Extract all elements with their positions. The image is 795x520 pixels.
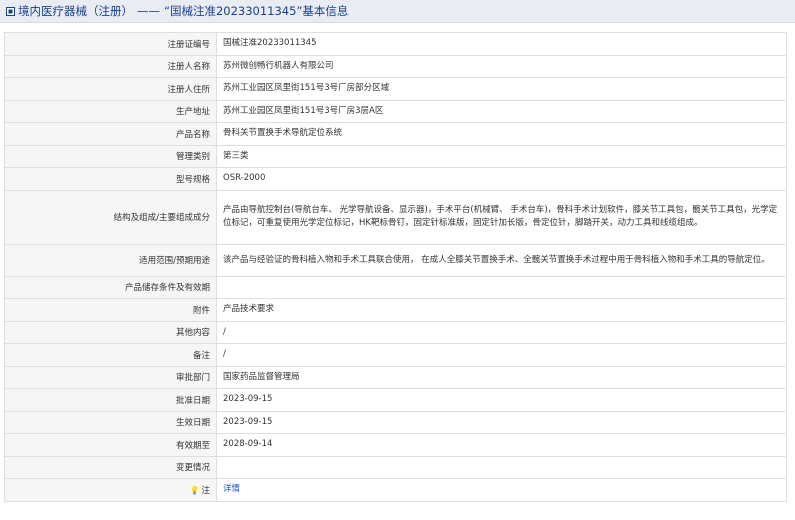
row-label: 产品储存条件及有效期 xyxy=(4,275,217,299)
table-row-remarks: 备注 / xyxy=(4,343,787,367)
row-label: 适用范围/预期用途 xyxy=(4,243,217,277)
row-label: 附件 xyxy=(4,298,217,322)
table-row-structure: 结构及组成/主要组成成分 产品由导航控制台(导航台车、 光学导航设备、显示器)，… xyxy=(4,189,787,245)
row-value: 产品由导航控制台(导航台车、 光学导航设备、显示器)，手术平台(机械臂、 手术台… xyxy=(216,189,787,245)
table-row-effective-date: 生效日期 2023-09-15 xyxy=(4,410,787,434)
table-row-registrant-address: 注册人住所 苏州工业园区凤里街151号3号厂房部分区域 xyxy=(4,77,787,101)
table-row-note: 💡 注 详情 xyxy=(4,478,787,502)
row-label: 审批部门 xyxy=(4,365,217,389)
row-value-note: 详情 xyxy=(216,478,787,502)
row-label: 其他内容 xyxy=(4,320,217,344)
table-row-changes: 变更情况 xyxy=(4,455,787,479)
table-row-approval-date: 批准日期 2023-09-15 xyxy=(4,388,787,412)
details-link[interactable]: 详情 xyxy=(223,484,240,494)
row-value: 苏州工业园区凤里街151号3号厂房3层A区 xyxy=(216,99,787,123)
square-bullet-icon xyxy=(6,6,15,16)
table-row-model-spec: 型号规格 OSR-2000 xyxy=(4,167,787,191)
header-separator: —— xyxy=(137,4,160,18)
row-label: 结构及组成/主要组成成分 xyxy=(4,189,217,245)
table-row-attachment: 附件 产品技术要求 xyxy=(4,298,787,322)
table-row-other: 其他内容 / xyxy=(4,320,787,344)
row-value xyxy=(216,455,787,479)
row-label: 批准日期 xyxy=(4,388,217,412)
row-value: / xyxy=(216,343,787,367)
lightbulb-icon: 💡 xyxy=(189,485,200,495)
row-label: 变更情况 xyxy=(4,455,217,479)
table-row-production-address: 生产地址 苏州工业园区凤里街151号3号厂房3层A区 xyxy=(4,99,787,123)
row-label: 有效期至 xyxy=(4,433,217,457)
table-row-reg-no: 注册证编号 国械注准20233011345 xyxy=(4,32,787,56)
row-value: 苏州微创畅行机器人有限公司 xyxy=(216,54,787,78)
row-label: 注册人名称 xyxy=(4,54,217,78)
table-row-registrant-name: 注册人名称 苏州微创畅行机器人有限公司 xyxy=(4,54,787,78)
table-row-intended-use: 适用范围/预期用途 该产品与经验证的骨科植入物和手术工具联合使用， 在成人全膝关… xyxy=(4,243,787,277)
row-value: / xyxy=(216,320,787,344)
row-label: 管理类别 xyxy=(4,144,217,168)
row-label: 注册人住所 xyxy=(4,77,217,101)
table-row-expiry-date: 有效期至 2028-09-14 xyxy=(4,433,787,457)
row-label: 生效日期 xyxy=(4,410,217,434)
table-row-approval-dept: 审批部门 国家药品监督管理局 xyxy=(4,365,787,389)
row-label: 产品名称 xyxy=(4,122,217,146)
header-section: 境内医疗器械（注册） xyxy=(18,4,133,18)
row-value: 该产品与经验证的骨科植入物和手术工具联合使用， 在成人全膝关节置换手术、全髋关节… xyxy=(216,243,787,277)
row-value: 2023-09-15 xyxy=(216,388,787,412)
row-label: 备注 xyxy=(4,343,217,367)
table-row-storage: 产品储存条件及有效期 xyxy=(4,275,787,299)
info-table-wrap: 注册证编号 国械注准20233011345 注册人名称 苏州微创畅行机器人有限公… xyxy=(4,32,787,502)
row-value: 产品技术要求 xyxy=(216,298,787,322)
row-value: 苏州工业园区凤里街151号3号厂房部分区域 xyxy=(216,77,787,101)
row-value: 2023-09-15 xyxy=(216,410,787,434)
row-value: 国家药品监督管理局 xyxy=(216,365,787,389)
page-header: 境内医疗器械（注册） —— “国械注准20233011345”基本信息 xyxy=(0,0,795,23)
row-label: 注册证编号 xyxy=(4,32,217,56)
row-value: 骨科关节置换手术导航定位系统 xyxy=(216,122,787,146)
row-label: 型号规格 xyxy=(4,167,217,191)
row-value: 2028-09-14 xyxy=(216,433,787,457)
row-value: 第三类 xyxy=(216,144,787,168)
info-table: 注册证编号 国械注准20233011345 注册人名称 苏州微创畅行机器人有限公… xyxy=(4,32,787,502)
row-label-note: 💡 注 xyxy=(4,478,217,502)
row-value: OSR-2000 xyxy=(216,167,787,191)
row-label: 生产地址 xyxy=(4,99,217,123)
table-row-product-name: 产品名称 骨科关节置换手术导航定位系统 xyxy=(4,122,787,146)
header-title: “国械注准20233011345”基本信息 xyxy=(164,4,349,18)
note-label: 注 xyxy=(201,485,210,496)
table-row-management-class: 管理类别 第三类 xyxy=(4,144,787,168)
row-value xyxy=(216,275,787,299)
row-value: 国械注准20233011345 xyxy=(216,32,787,56)
